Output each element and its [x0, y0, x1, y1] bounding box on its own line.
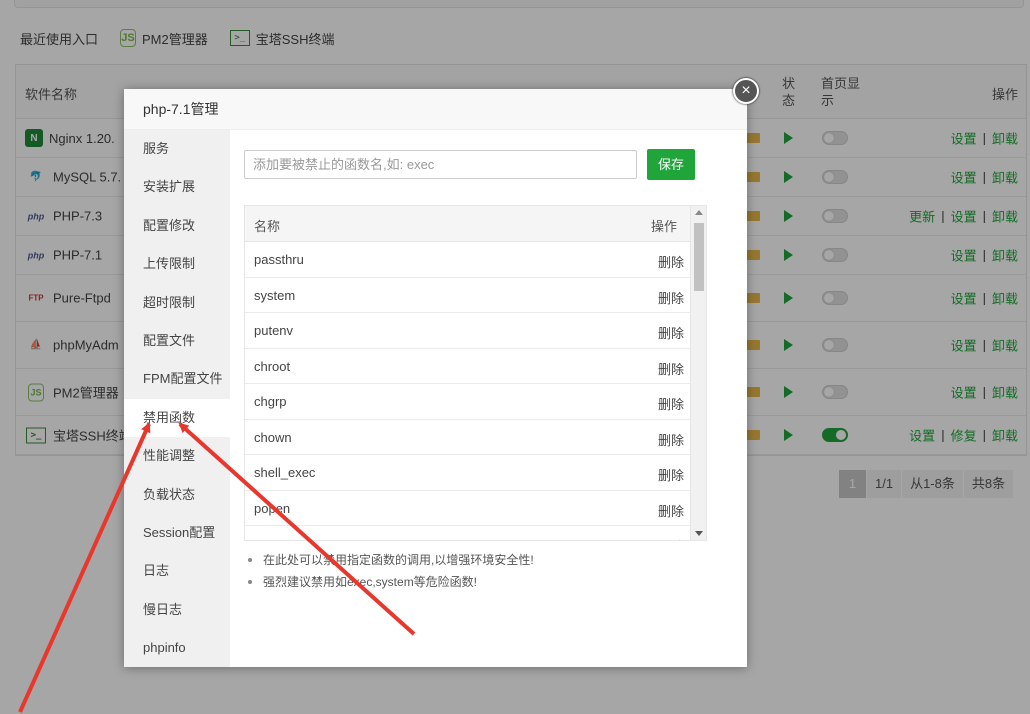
menu-config-modify[interactable]: 配置修改 — [124, 207, 230, 245]
tip-item: 强烈建议禁用如exec,system等危险函数! — [244, 571, 534, 593]
scroll-thumb[interactable] — [694, 223, 704, 291]
close-icon[interactable]: × — [733, 78, 759, 104]
function-name: popen — [254, 500, 291, 516]
fn-col-action: 操作 — [650, 219, 677, 234]
function-name: system — [254, 287, 296, 303]
table-row: popen 删除 — [245, 491, 692, 526]
modal-content: 添加要被禁止的函数名,如: exec 保存 名称 操作 passthru 删除 s… — [230, 130, 747, 667]
delete-link[interactable]: 删除 — [658, 501, 684, 520]
menu-phpinfo[interactable]: phpinfo — [124, 629, 230, 667]
modal-sidebar: 服务 安装扩展 配置修改 上传限制 超时限制 配置文件 FPM配置文件 禁用函数… — [124, 130, 230, 667]
menu-load-status[interactable]: 负载状态 — [124, 476, 230, 514]
menu-config-file[interactable]: 配置文件 — [124, 322, 230, 360]
table-row: passthru 删除 — [245, 242, 692, 278]
delete-link[interactable]: 删除 — [658, 359, 684, 378]
table-row: shell_exec 删除 — [245, 455, 692, 491]
delete-link[interactable]: 删除 — [658, 288, 684, 307]
table-row: chgrp 删除 — [245, 384, 692, 420]
delete-link[interactable]: 删除 — [658, 430, 684, 449]
fn-table-header: 名称 操作 — [245, 206, 692, 242]
delete-link[interactable]: 删除 — [658, 252, 684, 271]
menu-timeout-limit[interactable]: 超时限制 — [124, 284, 230, 322]
delete-link[interactable]: 删除 — [658, 394, 684, 413]
php-manager-modal: php-7.1管理 服务 安装扩展 配置修改 上传限制 超时限制 配置文件 FP… — [124, 89, 747, 667]
fn-table-scrollbar[interactable] — [690, 206, 706, 540]
scroll-down-icon[interactable] — [695, 531, 703, 536]
function-name-input[interactable]: 添加要被禁止的函数名,如: exec — [244, 150, 637, 179]
modal-title: php-7.1管理 — [124, 89, 747, 130]
function-name: chroot — [254, 358, 291, 374]
function-name: shell_exec — [254, 465, 316, 480]
table-row: chroot 删除 — [245, 349, 692, 384]
table-row: chown 删除 — [245, 420, 692, 455]
tips-list: 在此处可以禁用指定函数的调用,以增强环境安全性! 强烈建议禁用如exec,sys… — [244, 549, 534, 593]
tip-item: 在此处可以禁用指定函数的调用,以增强环境安全性! — [244, 549, 534, 571]
function-name: chown — [254, 429, 292, 445]
function-name: proc_open — [254, 536, 315, 540]
disabled-functions-table: 名称 操作 passthru 删除 system 删除 putenv 删除 chroo… — [244, 205, 707, 541]
fn-col-name: 名称 — [254, 219, 281, 234]
table-row: system 删除 — [245, 278, 692, 313]
menu-upload-limit[interactable]: 上传限制 — [124, 245, 230, 283]
menu-session-config[interactable]: Session配置 — [124, 514, 230, 552]
menu-service[interactable]: 服务 — [124, 130, 230, 168]
table-row: putenv 删除 — [245, 313, 692, 349]
delete-link[interactable]: 删除 — [658, 536, 684, 540]
function-name: chgrp — [254, 394, 287, 409]
function-name: passthru — [254, 252, 304, 267]
menu-disabled-functions[interactable]: 禁用函数 — [124, 398, 230, 438]
scroll-up-icon[interactable] — [695, 210, 703, 215]
menu-log[interactable]: 日志 — [124, 552, 230, 590]
delete-link[interactable]: 删除 — [658, 323, 684, 342]
menu-install-extensions[interactable]: 安装扩展 — [124, 168, 230, 206]
menu-performance[interactable]: 性能调整 — [124, 437, 230, 475]
menu-fpm-config[interactable]: FPM配置文件 — [124, 360, 230, 398]
save-button[interactable]: 保存 — [647, 149, 695, 180]
delete-link[interactable]: 删除 — [658, 465, 684, 484]
function-name: putenv — [254, 323, 294, 338]
table-row: proc_open 删除 — [245, 526, 692, 540]
menu-slow-log[interactable]: 慢日志 — [124, 591, 230, 629]
